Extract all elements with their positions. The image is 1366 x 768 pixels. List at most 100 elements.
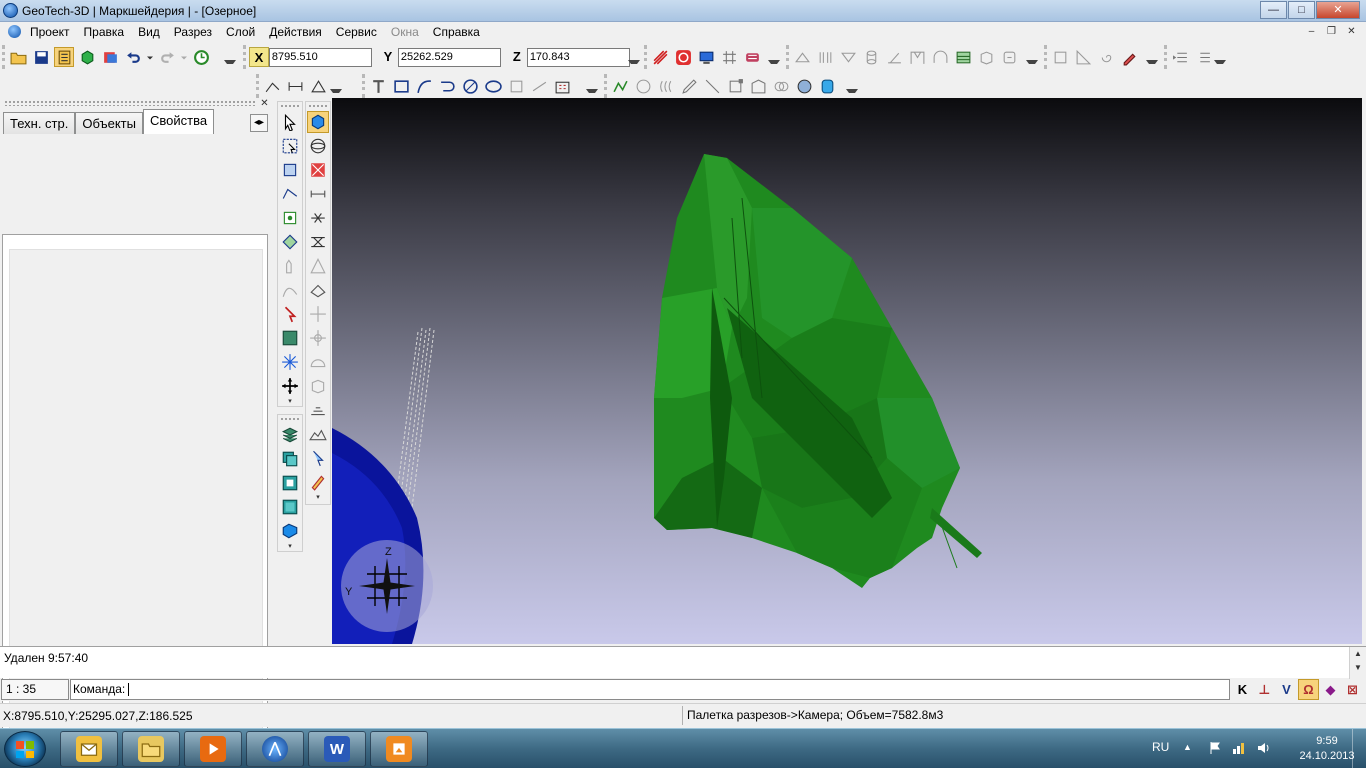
start-button[interactable] [4, 731, 46, 767]
menu-help[interactable]: Справка [433, 25, 480, 39]
rotate-axis-icon[interactable] [307, 303, 329, 325]
rectangle-select-icon[interactable] [1050, 47, 1070, 67]
view-3d-icon[interactable] [307, 111, 329, 133]
mdi-close-button[interactable]: ✕ [1343, 25, 1360, 39]
show-hidden-icons-icon[interactable]: ▲ [1183, 742, 1192, 752]
square-tool-icon[interactable] [506, 76, 526, 96]
taskbar-presentation[interactable] [370, 731, 428, 767]
layer-merge-icon[interactable] [279, 472, 301, 494]
history-clock-icon[interactable] [191, 47, 211, 67]
menu-service[interactable]: Сервис [336, 25, 377, 39]
layers-color-icon[interactable] [100, 47, 120, 67]
surface-icon[interactable] [307, 279, 329, 301]
x-coord-field[interactable]: 8795.510 [268, 47, 372, 67]
node-snap-icon[interactable] [279, 231, 301, 253]
undo-dropdown-icon[interactable] [146, 47, 154, 67]
red-pointer-icon[interactable] [279, 303, 301, 325]
tab-tech-structure[interactable]: Техн. стр. [3, 112, 76, 134]
rotate-box-icon[interactable] [999, 47, 1019, 67]
document-icon[interactable] [8, 25, 21, 38]
snowflake-icon[interactable] [279, 351, 301, 373]
show-desktop-button[interactable] [1352, 729, 1366, 768]
panel-close-button[interactable]: ✕ [259, 99, 270, 110]
menu-edit[interactable]: Правка [84, 25, 125, 39]
clock[interactable]: 9:59 24.10.2013 [1293, 734, 1361, 764]
building-icon[interactable] [552, 76, 572, 96]
shape-outline-icon[interactable] [307, 255, 329, 277]
menu-view[interactable]: Вид [138, 25, 160, 39]
taskbar-word[interactable]: W [308, 731, 366, 767]
slope-measure-icon[interactable] [308, 76, 328, 96]
dome-icon[interactable] [307, 351, 329, 373]
view-more-icon[interactable]: ▾ [306, 494, 330, 501]
globe-icon[interactable] [794, 76, 814, 96]
log-scrollbar[interactable]: ▲ ▼ [1349, 647, 1366, 679]
minimize-button[interactable]: — [1260, 1, 1287, 19]
frame-icon[interactable] [907, 47, 927, 67]
bridge-icon[interactable] [307, 231, 329, 253]
pen-icon[interactable] [679, 76, 699, 96]
hide-object-icon[interactable] [307, 159, 329, 181]
polyline-edit-icon[interactable] [610, 76, 630, 96]
cube-icon[interactable] [77, 47, 97, 67]
snap-v-button[interactable]: V [1276, 679, 1297, 700]
taskbar-geotech[interactable] [246, 731, 304, 767]
text-tool-icon[interactable] [368, 76, 388, 96]
grid-icon[interactable] [719, 47, 739, 67]
redo-icon[interactable] [157, 47, 177, 67]
save-icon[interactable] [31, 47, 51, 67]
pencil-eraser-icon[interactable] [1119, 47, 1139, 67]
box-icon[interactable] [976, 47, 996, 67]
cylinder-icon[interactable] [861, 47, 881, 67]
snap-perpendicular-button[interactable]: ⊥ [1254, 679, 1275, 700]
menu-layer[interactable]: Слой [226, 25, 255, 39]
angle-measure-icon[interactable] [262, 76, 282, 96]
arc-tool-icon[interactable] [414, 76, 434, 96]
z-coord-field[interactable]: 170.843 [526, 47, 630, 67]
node-edit-icon[interactable] [725, 76, 745, 96]
snap-k-button[interactable]: K [1232, 679, 1253, 700]
arch-icon[interactable] [930, 47, 950, 67]
target-icon[interactable] [673, 47, 693, 67]
eraser-grid-icon[interactable] [742, 47, 762, 67]
close-button[interactable]: ✕ [1316, 1, 1360, 19]
action-center-flag-icon[interactable] [1208, 741, 1222, 755]
hatch-lines-icon[interactable] [650, 47, 670, 67]
layer-stack-icon[interactable] [279, 424, 301, 446]
open-folder-icon[interactable] [8, 47, 28, 67]
redo-dropdown-icon[interactable] [180, 47, 188, 67]
layer-3d-icon[interactable] [279, 520, 301, 542]
terrain-icon[interactable] [307, 423, 329, 445]
menu-windows[interactable]: Окна [391, 25, 419, 39]
offset-icon[interactable] [656, 76, 676, 96]
layers-more-icon[interactable]: ▾ [278, 543, 302, 550]
compass-icon[interactable] [307, 327, 329, 349]
add-point-icon[interactable] [279, 207, 301, 229]
list-arrow-icon[interactable] [1170, 47, 1190, 67]
taskbar-outlook[interactable] [60, 731, 118, 767]
taskbar-explorer[interactable] [122, 731, 180, 767]
box-3d-icon[interactable] [307, 375, 329, 397]
cut-line-icon[interactable] [702, 76, 722, 96]
layer-frame-icon[interactable] [279, 496, 301, 518]
spline-icon[interactable] [279, 279, 301, 301]
line-tool-icon[interactable] [529, 76, 549, 96]
slope-icon[interactable] [884, 47, 904, 67]
tab-objects[interactable]: Объекты [75, 112, 143, 134]
distance-measure-icon[interactable] [285, 76, 305, 96]
select-frame-icon[interactable] [279, 135, 301, 157]
snap-grid-button[interactable]: ⊠ [1342, 679, 1363, 700]
palette-more-icon[interactable]: ▾ [278, 398, 302, 405]
color-paint-icon[interactable] [307, 471, 329, 493]
mdi-minimize-button[interactable]: – [1303, 25, 1320, 39]
hand-icon[interactable] [279, 255, 301, 277]
funnel-icon[interactable] [838, 47, 858, 67]
taskbar-media-player[interactable] [184, 731, 242, 767]
move-icon[interactable] [279, 375, 301, 397]
y-coord-field[interactable]: 25262.529 [397, 47, 501, 67]
mdi-restore-button[interactable]: ❐ [1323, 25, 1340, 39]
paint-bucket-icon[interactable] [817, 76, 837, 96]
spiral-icon[interactable] [1096, 47, 1116, 67]
scale-field[interactable]: 1 : 35 [1, 679, 69, 700]
drift-icon[interactable] [792, 47, 812, 67]
